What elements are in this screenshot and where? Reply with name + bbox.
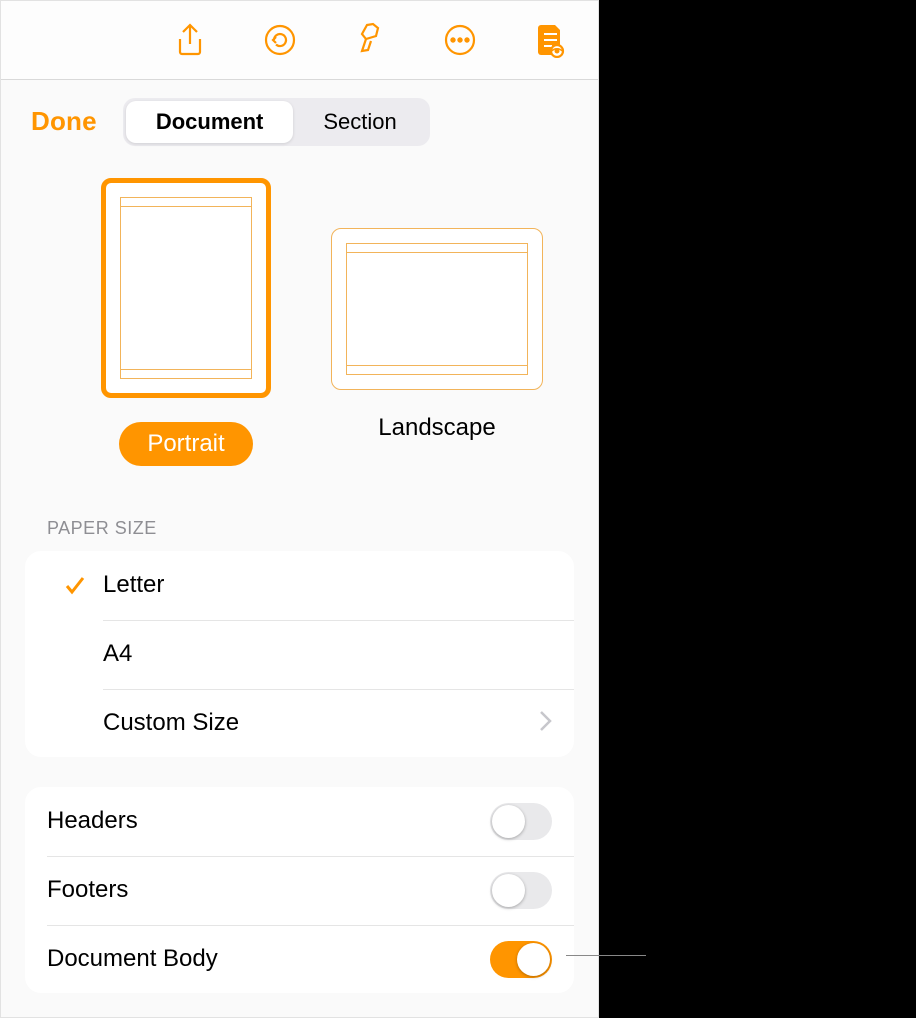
paper-size-label: Letter: [103, 571, 552, 599]
document-inspector-icon[interactable]: [530, 20, 570, 60]
tab-segmented-control[interactable]: Document Section: [123, 98, 430, 146]
orientation-chooser: Portrait Landscape: [1, 168, 598, 480]
inspector-header: Done Document Section: [1, 80, 598, 168]
toolbar: [1, 1, 598, 80]
checkmark-icon: [47, 573, 103, 597]
document-switches: Headers Footers Document Body: [25, 787, 574, 993]
footers-toggle[interactable]: [490, 872, 552, 909]
orientation-landscape-label[interactable]: Landscape: [378, 414, 495, 442]
format-brush-icon[interactable]: [350, 20, 390, 60]
footers-label: Footers: [47, 876, 490, 904]
paper-size-heading: PAPER SIZE: [1, 480, 598, 545]
paper-size-a4[interactable]: A4: [25, 620, 574, 689]
paper-size-label: A4: [103, 640, 552, 668]
headers-toggle[interactable]: [490, 803, 552, 840]
tab-document[interactable]: Document: [126, 101, 294, 143]
more-icon[interactable]: [440, 20, 480, 60]
paper-size-label: Custom Size: [103, 709, 538, 737]
undo-icon[interactable]: [260, 20, 300, 60]
paper-size-list: Letter A4 Custom Size: [25, 551, 574, 757]
done-button[interactable]: Done: [31, 106, 97, 137]
share-icon[interactable]: [170, 20, 210, 60]
chevron-right-icon: [538, 710, 552, 737]
footers-row: Footers: [25, 856, 574, 925]
paper-size-letter[interactable]: Letter: [25, 551, 574, 620]
paper-size-custom[interactable]: Custom Size: [25, 689, 574, 757]
orientation-landscape-thumb[interactable]: [331, 228, 543, 390]
orientation-portrait-thumb[interactable]: [101, 178, 271, 398]
document-body-row: Document Body: [25, 925, 574, 993]
document-body-toggle[interactable]: [490, 941, 552, 978]
headers-label: Headers: [47, 807, 490, 835]
document-body-label: Document Body: [47, 945, 490, 973]
orientation-portrait-label[interactable]: Portrait: [119, 422, 252, 466]
headers-row: Headers: [25, 787, 574, 856]
callout-line: [566, 955, 646, 956]
tab-section[interactable]: Section: [293, 101, 426, 143]
